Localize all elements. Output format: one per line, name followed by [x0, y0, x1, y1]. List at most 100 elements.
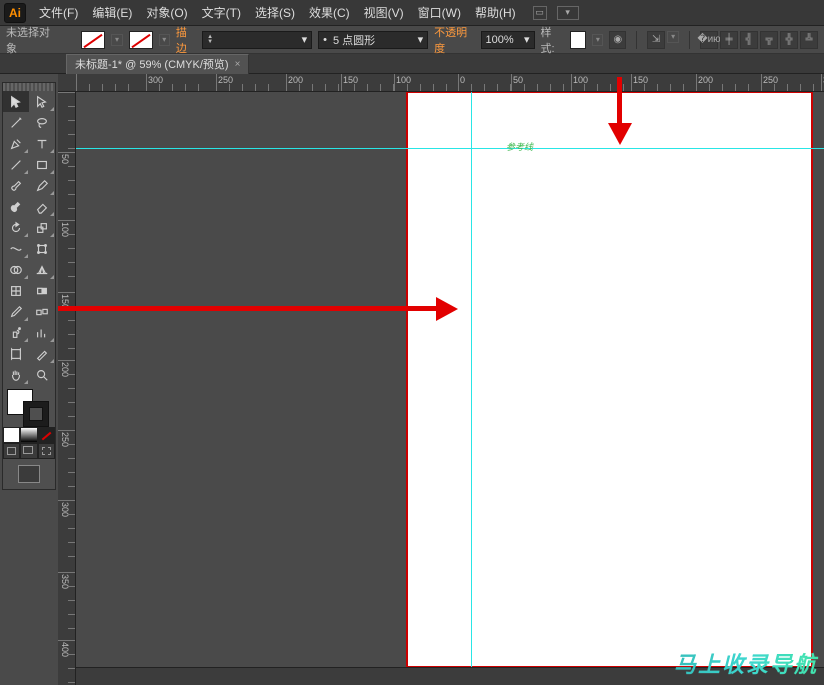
ruler-tick-label: 100	[573, 75, 588, 85]
ruler-tick-label: 50	[513, 75, 523, 85]
menu-view[interactable]: 视图(V)	[357, 1, 411, 24]
color-mode-none[interactable]	[38, 427, 55, 443]
line-segment-tool[interactable]	[3, 154, 29, 175]
menu-help[interactable]: 帮助(H)	[468, 1, 523, 24]
menu-type[interactable]: 文字(T)	[195, 1, 248, 24]
color-mode-gradient[interactable]	[20, 427, 37, 443]
align-top-icon[interactable]: ╦	[760, 31, 778, 49]
annotation-arrowhead-down-icon	[608, 123, 632, 145]
align-bottom-icon[interactable]: ╩	[800, 31, 818, 49]
watermark-text: 马上收录导航	[674, 647, 818, 679]
menu-window[interactable]: 窗口(W)	[411, 1, 468, 24]
selection-tool[interactable]	[3, 91, 29, 112]
magic-wand-tool[interactable]	[3, 112, 29, 133]
menu-object[interactable]: 对象(O)	[139, 1, 194, 24]
menu-workspace-switcher-icon[interactable]: ▾	[557, 6, 579, 20]
menu-effect[interactable]: 效果(C)	[302, 1, 357, 24]
menu-edit[interactable]: 编辑(E)	[85, 1, 139, 24]
transform-icons: ⇲ ▾	[647, 31, 679, 49]
tools-panel	[2, 82, 56, 490]
stroke-swatch[interactable]	[129, 31, 153, 49]
scale-tool[interactable]	[29, 217, 55, 238]
ruler-vertical[interactable]: 50100150200250300350400	[58, 92, 76, 685]
column-graph-tool[interactable]	[29, 322, 55, 343]
mesh-tool[interactable]	[3, 280, 29, 301]
draw-behind[interactable]	[20, 443, 37, 459]
guide-annotation: 参考线	[506, 140, 533, 153]
menu-select[interactable]: 选择(S)	[248, 1, 302, 24]
artboard-tool[interactable]	[3, 343, 29, 364]
recolor-icon[interactable]: ⇲	[647, 31, 665, 49]
type-tool[interactable]	[29, 133, 55, 154]
width-tool[interactable]	[3, 238, 29, 259]
fill-stroke-indicator[interactable]	[3, 387, 55, 427]
style-dropdown-icon[interactable]: ▾	[592, 34, 603, 46]
direct-selection-tool[interactable]	[29, 91, 55, 112]
ruler-tick-label: 200	[288, 75, 303, 85]
rotate-tool[interactable]	[3, 217, 29, 238]
canvas-viewport[interactable]: 参考线	[76, 92, 824, 667]
opacity-field[interactable]: 100% ▾	[481, 31, 535, 49]
stroke-dropdown-icon[interactable]: ▾	[159, 34, 170, 46]
menu-extra-panel-icon[interactable]: ▭	[533, 6, 547, 20]
hand-tool[interactable]	[3, 364, 29, 385]
align-icons: �ию ╪ ╣ ╦ ╬ ╩	[700, 31, 818, 49]
menu-file[interactable]: 文件(F)	[32, 1, 85, 24]
eraser-tool[interactable]	[29, 196, 55, 217]
ruler-tick-label: 0	[460, 75, 465, 85]
guide-vertical[interactable]	[471, 92, 472, 667]
zoom-tool[interactable]	[29, 364, 55, 385]
draw-normal[interactable]	[3, 443, 20, 459]
align-left-icon[interactable]: �ию	[700, 31, 718, 49]
document-tab[interactable]: 未标题-1* @ 59% (CMYK/预览) ×	[66, 54, 249, 74]
fill-swatch[interactable]	[81, 31, 105, 49]
ruler-tick-label: 100	[396, 75, 411, 85]
stroke-weight-field[interactable]: ▲▼ ▾	[202, 31, 312, 49]
doc-setup-icon[interactable]: ◉	[609, 31, 626, 49]
ruler-tick-label: 200	[698, 75, 713, 85]
pencil-tool[interactable]	[29, 175, 55, 196]
style-label: 样式:	[541, 24, 564, 56]
workspace: 300250200150100050100150200250300 501001…	[0, 74, 824, 685]
slice-tool[interactable]	[29, 343, 55, 364]
pen-tool[interactable]	[3, 133, 29, 154]
free-transform-tool[interactable]	[29, 238, 55, 259]
align-right-icon[interactable]: ╣	[740, 31, 758, 49]
artboard[interactable]	[407, 92, 812, 667]
gradient-tool[interactable]	[29, 280, 55, 301]
annotation-arrow-vertical	[617, 77, 622, 125]
annotation-arrow-horizontal	[58, 306, 438, 311]
shape-builder-tool[interactable]	[3, 259, 29, 280]
color-mode-solid[interactable]	[3, 427, 20, 443]
brush-definition-field[interactable]: • 5 点圆形 ▾	[318, 31, 428, 49]
ruler-horizontal[interactable]: 300250200150100050100150200250300	[58, 74, 824, 92]
lasso-tool[interactable]	[29, 112, 55, 133]
stroke-label[interactable]: 描边	[176, 24, 196, 56]
perspective-grid-tool[interactable]	[29, 259, 55, 280]
ruler-tick-label: 150	[343, 75, 358, 85]
panel-grip[interactable]	[3, 83, 55, 91]
screen-mode-button[interactable]	[18, 465, 40, 483]
draw-mode-row	[3, 443, 55, 459]
ruler-tick-label: 250	[763, 75, 778, 85]
rectangle-tool[interactable]	[29, 154, 55, 175]
guide-horizontal[interactable]	[76, 148, 824, 149]
opacity-value: 100%	[486, 34, 514, 46]
document-tabstrip: 未标题-1* @ 59% (CMYK/预览) ×	[0, 54, 824, 74]
ruler-tick-label: 300	[148, 75, 163, 85]
recolor-dropdown-icon[interactable]: ▾	[667, 31, 679, 43]
style-swatch[interactable]	[570, 31, 587, 49]
fill-dropdown-icon[interactable]: ▾	[111, 34, 122, 46]
eyedropper-tool[interactable]	[3, 301, 29, 322]
align-center-icon[interactable]: ╪	[720, 31, 738, 49]
paintbrush-tool[interactable]	[3, 175, 29, 196]
stroke-color-swatch[interactable]	[23, 401, 49, 427]
opacity-label[interactable]: 不透明度	[434, 24, 474, 56]
blend-tool[interactable]	[29, 301, 55, 322]
symbol-sprayer-tool[interactable]	[3, 322, 29, 343]
align-middle-icon[interactable]: ╬	[780, 31, 798, 49]
blob-brush-tool[interactable]	[3, 196, 29, 217]
draw-inside[interactable]	[38, 443, 55, 459]
close-icon[interactable]: ×	[235, 59, 241, 70]
menu-bar: Ai 文件(F) 编辑(E) 对象(O) 文字(T) 选择(S) 效果(C) 视…	[0, 0, 824, 26]
